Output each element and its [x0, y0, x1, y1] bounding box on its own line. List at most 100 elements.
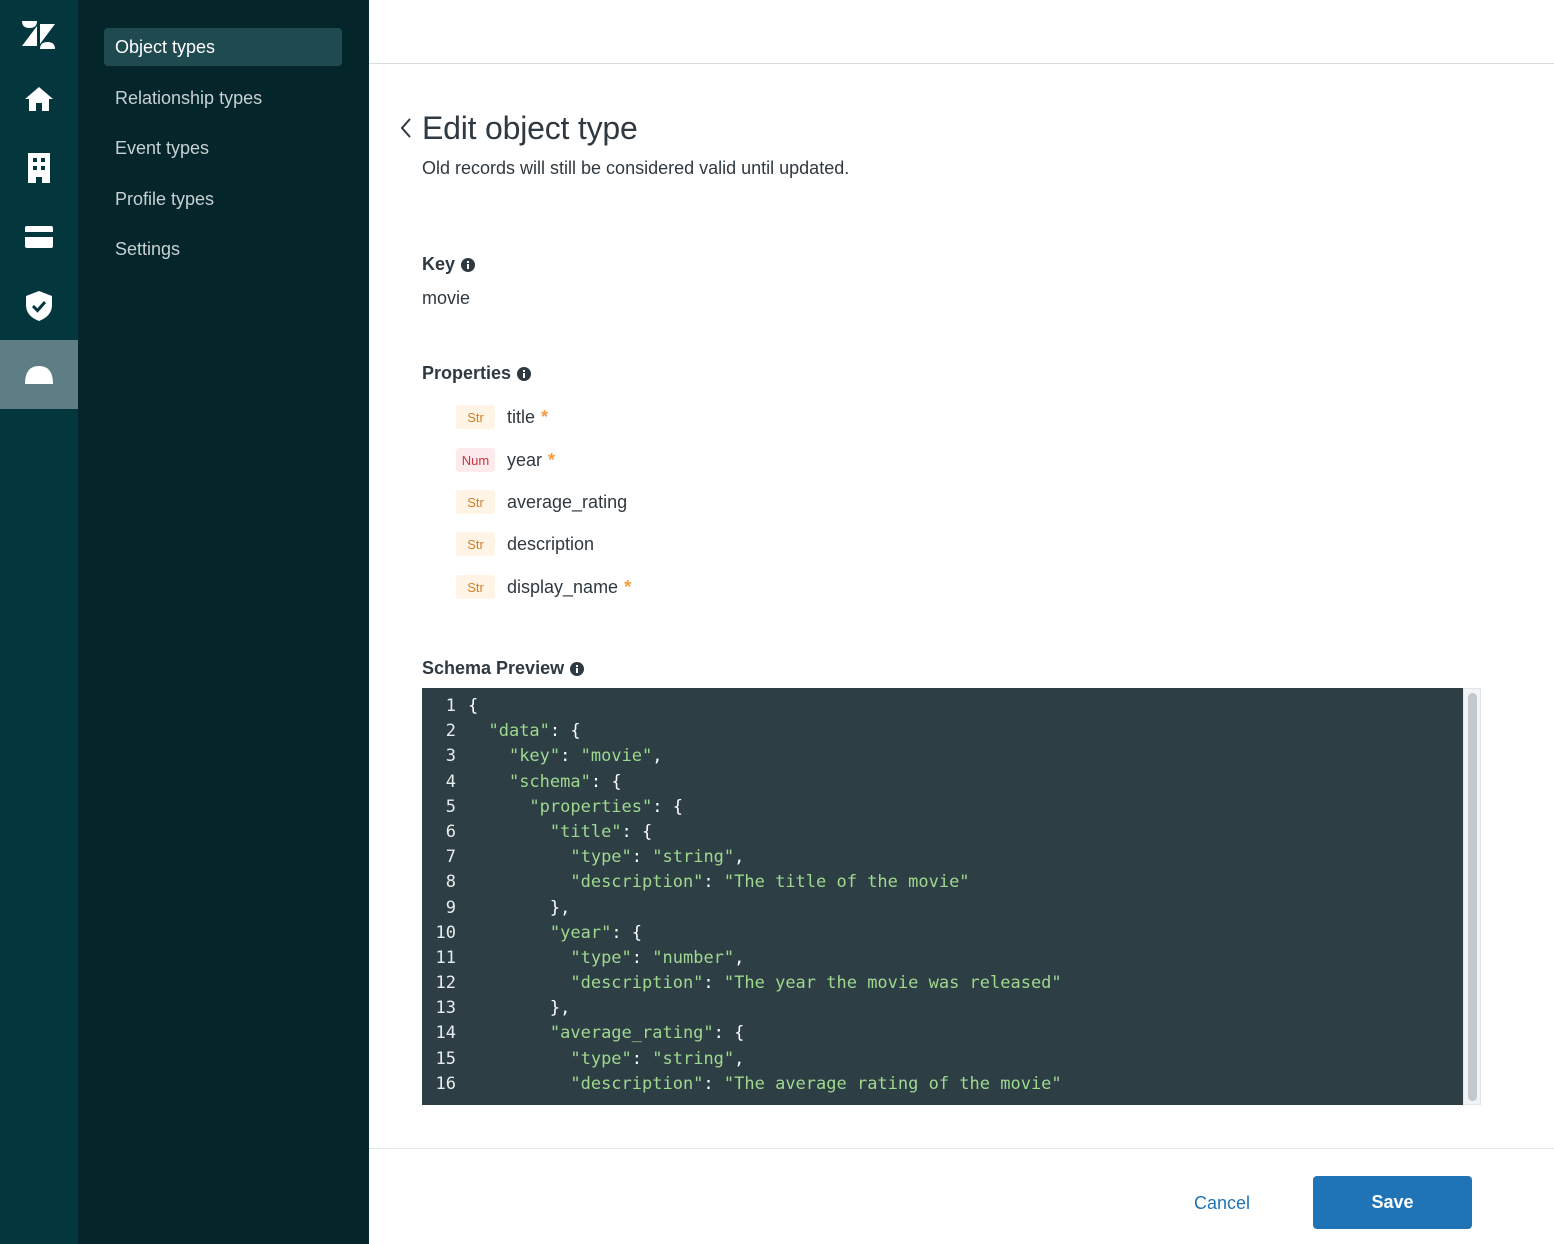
- line-content: "year": {: [549, 922, 643, 943]
- line-content: "properties": {: [529, 796, 683, 817]
- card-icon[interactable]: [0, 202, 78, 271]
- code-line: 5 "properties": {: [422, 795, 1463, 820]
- line-content: "key": "movie",: [508, 746, 663, 767]
- property-row: Num year *: [456, 446, 555, 474]
- line-number: 3: [445, 746, 456, 767]
- dome-icon[interactable]: [0, 340, 78, 409]
- info-icon[interactable]: [517, 366, 532, 381]
- type-badge-str: Str: [456, 490, 495, 514]
- property-name: title: [507, 406, 536, 427]
- nav-item-relationship-types[interactable]: Relationship types: [104, 79, 342, 117]
- line-number: 9: [445, 897, 456, 918]
- code-line: 16 "description": "The average rating of…: [422, 1072, 1463, 1097]
- secondary-nav: Object types Relationship types Event ty…: [78, 0, 369, 1244]
- type-badge-str: Str: [456, 575, 495, 599]
- main-content: Edit object type Old records will still …: [369, 0, 1554, 1244]
- required-marker: *: [624, 576, 632, 597]
- key-value: movie: [422, 288, 471, 308]
- required-marker: *: [548, 449, 556, 470]
- property-name: display_name: [507, 576, 619, 597]
- nav-item-event-types[interactable]: Event types: [104, 129, 342, 167]
- type-badge-num: Num: [456, 448, 495, 472]
- code-line: 2 "data": {: [422, 719, 1463, 744]
- type-badge-str: Str: [456, 405, 495, 429]
- property-name: average_rating: [507, 491, 628, 512]
- building-icon[interactable]: [0, 133, 78, 202]
- line-number: 13: [435, 998, 456, 1019]
- info-icon[interactable]: [570, 661, 585, 676]
- property-row: Str average_rating: [456, 488, 627, 516]
- schema-preview-label: Schema Preview: [422, 658, 585, 679]
- property-row: Str display_name *: [456, 573, 631, 601]
- top-bar: [369, 0, 1554, 64]
- line-content: "type": "string",: [570, 847, 745, 868]
- code-line: 4 "schema": {: [422, 770, 1463, 795]
- code-line: 11 "type": "number",: [422, 946, 1463, 971]
- property-name: description: [507, 533, 595, 554]
- cancel-button[interactable]: Cancel: [1169, 1177, 1275, 1229]
- nav-item-settings[interactable]: Settings: [104, 230, 342, 268]
- home-icon[interactable]: [0, 64, 78, 133]
- code-line: 13 },: [422, 996, 1463, 1021]
- line-content: {: [468, 696, 479, 716]
- code-line: 12 "description": "The year the movie wa…: [422, 971, 1463, 996]
- property-row: Str title *: [456, 403, 548, 431]
- property-name: year: [507, 449, 543, 470]
- footer-bar: Cancel Save: [369, 1148, 1554, 1244]
- shield-icon[interactable]: [0, 271, 78, 340]
- code-lines: 1{2 "data": {3 "key": "movie", 4 "schema"…: [422, 694, 1463, 1097]
- page-title: Edit object type: [422, 110, 638, 146]
- line-number: 8: [445, 872, 456, 893]
- line-number: 7: [445, 847, 456, 868]
- line-number: 2: [445, 721, 456, 742]
- properties-label-text: Properties: [422, 363, 512, 383]
- key-label: Key: [422, 254, 476, 275]
- line-content: "schema": {: [508, 771, 622, 792]
- save-button[interactable]: Save: [1313, 1176, 1472, 1229]
- line-number: 15: [435, 1048, 456, 1069]
- code-line: 3 "key": "movie",: [422, 744, 1463, 769]
- line-number: 16: [435, 1073, 456, 1094]
- back-chevron-icon[interactable]: [397, 114, 415, 142]
- code-line: 9 },: [422, 896, 1463, 921]
- line-number: 11: [435, 947, 456, 968]
- required-marker: *: [541, 406, 549, 427]
- icon-rail: [0, 0, 78, 1244]
- info-icon[interactable]: [461, 257, 476, 272]
- code-line: 6 "title": {: [422, 820, 1463, 845]
- page-subtitle: Old records will still be considered val…: [422, 158, 850, 178]
- line-content: },: [468, 897, 571, 918]
- line-content: "data": {: [488, 721, 581, 742]
- line-content: "type": "string",: [570, 1048, 745, 1069]
- code-line: 1{: [422, 694, 1463, 719]
- line-number: 5: [445, 796, 456, 817]
- code-line: 10 "year": {: [422, 921, 1463, 946]
- zendesk-logo-icon[interactable]: [0, 0, 78, 69]
- type-badge-str: Str: [456, 532, 495, 556]
- line-content: },: [468, 998, 571, 1019]
- editor-scrollbar[interactable]: [1463, 688, 1481, 1105]
- line-content: "description": "The average rating of th…: [570, 1073, 1062, 1094]
- schema-code-editor[interactable]: 1{2 "data": {3 "key": "movie", 4 "schema"…: [422, 688, 1463, 1105]
- schema-preview-label-text: Schema Preview: [422, 658, 565, 678]
- line-content: "description": "The title of the movie": [570, 872, 970, 893]
- properties-label: Properties: [422, 363, 532, 384]
- line-number: 12: [435, 973, 456, 994]
- line-number: 6: [445, 821, 456, 842]
- nav-item-object-types[interactable]: Object types: [104, 28, 342, 66]
- line-content: "average_rating": {: [549, 1023, 745, 1044]
- code-line: 14 "average_rating": {: [422, 1021, 1463, 1046]
- line-content: "title": {: [549, 821, 653, 842]
- scrollbar-thumb[interactable]: [1468, 693, 1477, 1101]
- line-number: 14: [435, 1023, 456, 1044]
- code-line: 8 "description": "The title of the movie…: [422, 870, 1463, 895]
- key-label-text: Key: [422, 254, 456, 274]
- line-number: 4: [445, 771, 456, 792]
- line-number: 10: [435, 922, 456, 943]
- nav-item-profile-types[interactable]: Profile types: [104, 180, 342, 218]
- line-number: 1: [445, 696, 456, 716]
- line-content: "type": "number",: [570, 947, 745, 968]
- line-content: "description": "The year the movie was r…: [570, 973, 1062, 994]
- code-line: 7 "type": "string",: [422, 845, 1463, 870]
- property-row: Str description: [456, 530, 594, 558]
